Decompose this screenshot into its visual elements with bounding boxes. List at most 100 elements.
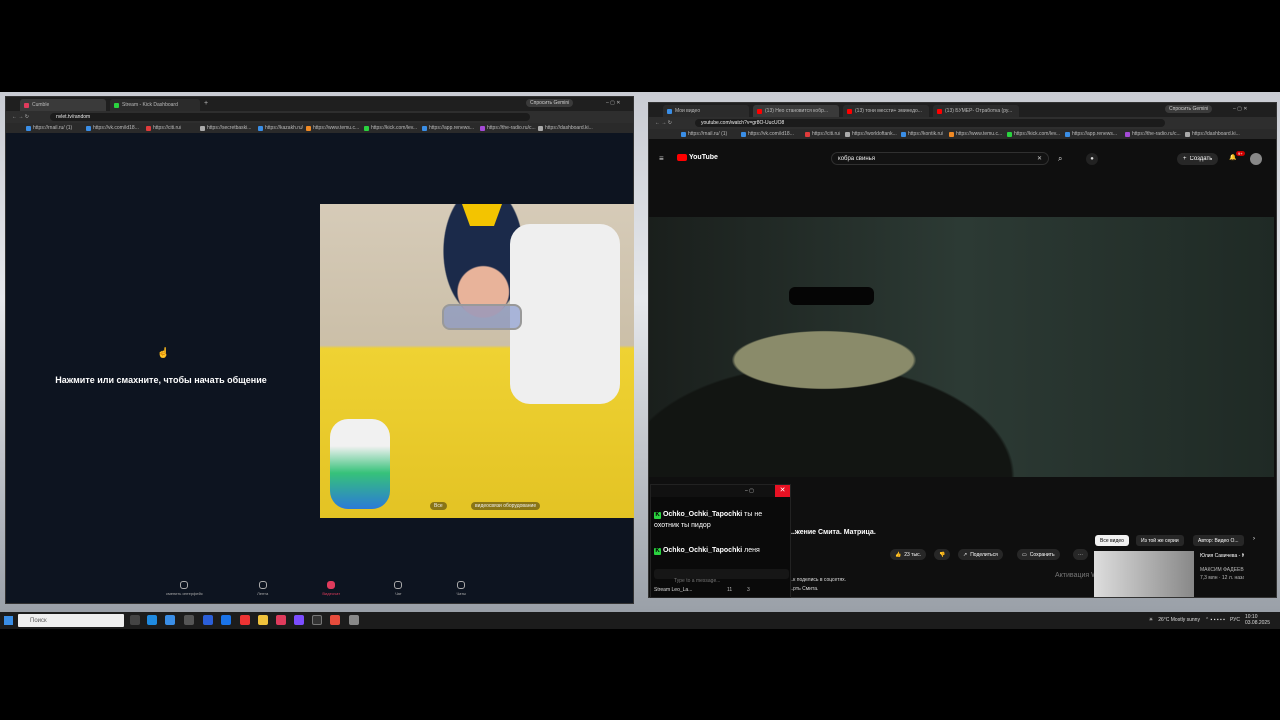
video-player[interactable] — [649, 217, 1274, 477]
chip-same-series[interactable]: Из той же серии — [1136, 535, 1184, 546]
tab-cumble[interactable]: Cumble — [20, 99, 106, 111]
nav-buttons-icon[interactable]: ← → ↻ — [655, 120, 672, 126]
window-controls[interactable]: – ▢ ✕ — [606, 100, 620, 106]
bookmark-item[interactable]: https://dashboard.ki... — [538, 125, 593, 131]
app-icon[interactable] — [330, 615, 340, 625]
url-field[interactable]: nvlet.tv/random — [50, 113, 530, 121]
new-tab-icon[interactable]: + — [204, 100, 208, 107]
clock[interactable]: 10:10 03.08.2025 — [1245, 614, 1270, 626]
bookmark-item[interactable]: https://kontik.ru/ — [901, 131, 943, 137]
tab-bumer[interactable]: (13) БУМЕР- Отработка (ру... — [933, 105, 1019, 117]
telegram-icon[interactable] — [165, 615, 175, 625]
weather-text[interactable]: 26°C Mostly sunny — [1158, 617, 1200, 623]
video-description[interactable]: ...к поделись в соцсетях. ...рть Смита. — [789, 576, 846, 594]
language-indicator[interactable]: РУС — [1230, 617, 1240, 623]
nav-feed[interactable]: Лента — [257, 581, 268, 601]
save-button[interactable]: ▭ Сохранить — [1017, 549, 1060, 560]
youtube-logo[interactable]: YouTube — [677, 154, 718, 161]
bookmark-item[interactable]: https://citi.ru/ — [805, 131, 840, 137]
nav-chat[interactable]: Чат — [394, 581, 403, 601]
tab-strip: Cumble Stream - Kick Dashboard + Спросит… — [6, 97, 633, 111]
microphone-icon[interactable]: ● — [1086, 153, 1098, 165]
youtube-search-input[interactable]: кобра свинья ✕ — [831, 152, 1049, 165]
bookmark-item[interactable]: https://vk.com/id18... — [741, 131, 794, 137]
ask-gemini-button[interactable]: Спросить Gemini — [526, 99, 574, 107]
task-view-icon[interactable] — [130, 615, 140, 625]
recommended-video[interactable]: Юлия Савичева - Юлия МАКСИМ ФАДЕЕВ 7,3 м… — [1094, 551, 1244, 597]
recommended-thumbnail — [1094, 551, 1194, 597]
start-chat-prompt[interactable]: Нажмите или смахните, чтобы начать общен… — [36, 375, 286, 385]
chat-input[interactable]: Type to a message... — [654, 569, 789, 584]
windows-start-icon[interactable] — [4, 616, 13, 625]
agent-smith-sunglasses — [789, 287, 874, 305]
app-icon[interactable] — [184, 615, 194, 625]
search-icon[interactable]: ⌕ — [1058, 154, 1062, 164]
bookmark-item[interactable]: https://www.temu.c... — [306, 125, 359, 131]
bookmark-item[interactable]: https://the-radio.ru/c... — [1125, 131, 1181, 137]
bookmark-item[interactable]: https://worldoftank... — [845, 131, 897, 137]
bookmark-item[interactable]: https://app.renews... — [1065, 131, 1117, 137]
bookmark-item[interactable]: https://the-radio.ru/c... — [480, 125, 536, 131]
bookmarks-bar: https://rnail.ru/ (1) https://vk.com/id1… — [6, 123, 633, 133]
bookmark-item[interactable]: https://dashboard.ki... — [1185, 131, 1240, 137]
create-button[interactable]: + Создать — [1177, 153, 1219, 165]
window-controls[interactable]: – ▢ ✕ — [1233, 106, 1247, 112]
tab-kick-dashboard[interactable]: Stream - Kick Dashboard — [110, 99, 200, 111]
avatar[interactable] — [1250, 153, 1262, 165]
menu-icon[interactable]: ≡ — [659, 154, 664, 163]
bookmark-item[interactable]: https://app.renews... — [422, 125, 474, 131]
nav-buttons-icon[interactable]: ← → ↻ — [12, 114, 29, 120]
chat-window-controls[interactable]: – ▢ — [745, 488, 754, 494]
bookmark-item[interactable]: https://kazakh.ru/ — [258, 125, 303, 131]
app-icon[interactable] — [349, 615, 359, 625]
app-icon[interactable] — [240, 615, 250, 625]
clear-search-icon[interactable]: ✕ — [1037, 155, 1042, 162]
tab-tony[interactable]: (13) тони мессти+ эминедо... — [843, 105, 929, 117]
tap-hand-icon: ☝ — [157, 348, 170, 359]
more-actions-icon[interactable]: ⋯ — [1073, 549, 1088, 560]
taskbar-search-input[interactable]: Поиск — [18, 614, 124, 627]
share-icon: ↗ — [963, 551, 968, 558]
app-icon[interactable] — [276, 615, 286, 625]
bookmark-item[interactable]: https://vk.com/id18... — [86, 125, 139, 131]
bookmark-item[interactable]: https://kick.com/lev... — [364, 125, 417, 131]
dislike-button[interactable]: 👎 — [934, 549, 951, 560]
chrome-icon[interactable] — [221, 615, 231, 625]
ask-gemini-button[interactable]: Спросить Gemini — [1165, 105, 1213, 113]
bookmark-item[interactable]: https://rnail.ru/ (1) — [681, 131, 727, 137]
bookmark-item[interactable]: https://www.temu.c... — [949, 131, 1002, 137]
chip-author[interactable]: Автор: Видео О... — [1193, 535, 1244, 546]
nav-chats[interactable]: Чаты — [456, 581, 466, 601]
nav-switch-interface[interactable]: сменить интерфейс — [166, 581, 203, 601]
plus-icon: + — [1183, 156, 1187, 162]
nav-videochat[interactable]: Видеочат — [322, 581, 340, 601]
edge-icon[interactable] — [147, 615, 157, 625]
bell-icon[interactable]: 🔔 — [1229, 154, 1236, 161]
folder-icon[interactable] — [258, 615, 268, 625]
cap-logo — [462, 204, 502, 226]
bookmark-item[interactable]: https://kick.com/lev... — [1007, 131, 1060, 137]
bottom-navigation: сменить интерфейс Лента Видеочат Чат Чат… — [166, 581, 466, 601]
cumble-favicon-icon — [24, 102, 29, 108]
bookmark-item[interactable]: https://secretbaski... — [200, 125, 251, 131]
chip-all-videos[interactable]: Все видео — [1095, 535, 1129, 546]
tab-my-videos[interactable]: Мои видео — [663, 105, 749, 117]
tab-neo-cobra[interactable]: (13) Нео становится кобр... — [753, 105, 839, 117]
share-button[interactable]: ↗ Поделиться — [958, 549, 1003, 560]
url-field[interactable]: youtube.com/watch?v=gr8O-UucUO8 — [695, 119, 1165, 127]
chats-icon — [457, 581, 466, 589]
like-button[interactable]: 👍 23 тыс. — [890, 549, 926, 560]
chat-icon — [394, 581, 403, 589]
camera-filter-pill[interactable]: Все — [430, 502, 447, 510]
youtube-header: ≡ YouTube кобра свинья ✕ ⌕ ● + Создать 🔔… — [649, 149, 1276, 169]
app-icon[interactable] — [203, 615, 213, 625]
bookmark-item[interactable]: https://citi.ru/ — [146, 125, 181, 131]
chevron-right-icon[interactable]: › — [1253, 536, 1255, 542]
bookmark-item[interactable]: https://rnail.ru/ (1) — [26, 125, 72, 131]
tray-icons[interactable]: ⌃ ▪ ▪ ▪ ▪ ▪ — [1205, 617, 1225, 623]
app-icon[interactable] — [294, 615, 304, 625]
camera-device-pill[interactable]: видеосвязи оборудование — [471, 502, 541, 510]
stream-label[interactable]: Stream Leo_La... — [654, 587, 692, 593]
chat-close-button[interactable]: ✕ — [775, 485, 790, 497]
app-icon[interactable] — [312, 615, 322, 625]
